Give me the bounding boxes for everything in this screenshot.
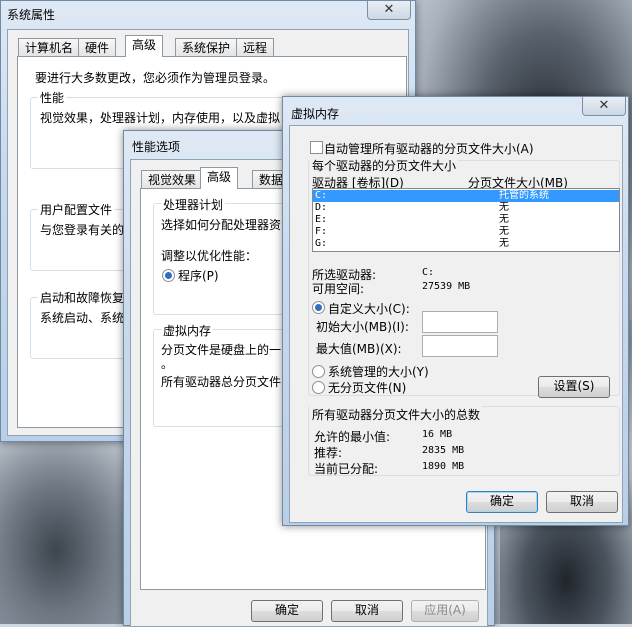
close-button[interactable]: ✕: [367, 1, 411, 20]
totals-label: 所有驱动器分页文件大小的总数: [310, 406, 483, 423]
current-label: 当前已分配:: [314, 462, 379, 476]
tab-remote[interactable]: 远程: [236, 38, 275, 57]
virtual-memory-desc-cont: 。: [161, 357, 174, 371]
user-profile-desc: 与您登录有关的: [40, 223, 125, 237]
paging-size: 托管的系统: [499, 190, 549, 201]
virtual-memory-total: 所有驱动器总分页文件: [161, 375, 282, 389]
ok-button[interactable]: 确定: [466, 491, 538, 513]
startup-recovery-label: 启动和故障恢复: [38, 289, 127, 306]
tab-label: 视觉效果: [148, 173, 197, 187]
list-item[interactable]: E: 无: [313, 214, 619, 226]
window-title: 系统属性: [7, 8, 56, 22]
tab-label: 高级: [207, 170, 232, 184]
system-managed-radio[interactable]: [312, 365, 325, 378]
per-drive-label: 每个驱动器的分页文件大小: [310, 157, 459, 174]
drive-letter: F:: [315, 226, 328, 237]
tab-label: 高级: [132, 38, 157, 52]
virtual-memory-window: 虚拟内存 ✕ 自动管理所有驱动器的分页文件大小(A) 每个驱动器的分页文件大小 …: [282, 96, 629, 526]
virtual-memory-desc: 分页文件是硬盘上的一: [161, 343, 282, 357]
auto-manage-checkbox[interactable]: [310, 141, 323, 154]
virtual-memory-label: 虚拟内存: [161, 322, 214, 339]
custom-size-label: 自定义大小(C):: [328, 302, 410, 316]
max-size-label: 最大值(MB)(X):: [316, 342, 402, 356]
list-item[interactable]: F: 无: [313, 226, 619, 238]
admin-note: 要进行大多数更改，您必须作为管理员登录。: [35, 71, 276, 85]
no-paging-radio[interactable]: [312, 381, 325, 394]
tab-system-protection[interactable]: 系统保护: [175, 38, 238, 57]
tab-label: 硬件: [85, 41, 110, 55]
current-value: 1890 MB: [422, 461, 465, 472]
performance-label: 性能: [38, 89, 67, 106]
startup-recovery-desc: 系统启动、系统: [40, 311, 125, 325]
custom-size-radio[interactable]: [312, 301, 325, 314]
window-title: 虚拟内存: [291, 107, 340, 121]
optimize-label: 调整以优化性能：: [161, 249, 258, 263]
cancel-button[interactable]: 取消: [546, 491, 618, 513]
list-item[interactable]: C: 托管的系统: [313, 190, 619, 202]
tab-visual-effects[interactable]: 视觉效果: [141, 170, 204, 189]
close-icon: ✕: [383, 2, 395, 17]
tab-label: 系统保护: [182, 41, 231, 55]
max-size-input[interactable]: [422, 335, 498, 357]
drive-letter: E:: [315, 214, 328, 225]
system-managed-label: 系统管理的大小(Y): [328, 365, 429, 379]
drive-list[interactable]: C: 托管的系统 D: 无 E: 无 F: 无 G: 无: [312, 188, 620, 252]
apply-button[interactable]: 应用(A): [411, 600, 479, 622]
initial-size-input[interactable]: [422, 311, 498, 333]
close-icon: ✕: [598, 98, 610, 113]
drive-letter: D:: [315, 202, 328, 213]
paging-size: 无: [499, 202, 509, 213]
paging-size: 无: [499, 226, 509, 237]
background-tree: [0, 440, 140, 624]
no-paging-label: 无分页文件(N): [328, 381, 407, 395]
window-title: 性能选项: [132, 140, 181, 154]
tab-advanced[interactable]: 高级: [125, 35, 164, 57]
cancel-button[interactable]: 取消: [331, 600, 403, 622]
performance-desc: 视觉效果，处理器计划，内存使用，以及虚拟: [40, 111, 281, 125]
programs-radio[interactable]: [162, 269, 175, 282]
drive-letter: G:: [315, 238, 328, 249]
free-space-label: 可用空间:: [312, 282, 365, 296]
list-item[interactable]: D: 无: [313, 202, 619, 214]
cpu-scheduling-desc: 选择如何分配处理器资: [161, 218, 282, 232]
list-item[interactable]: G: 无: [313, 238, 619, 250]
programs-label: 程序(P): [178, 269, 219, 283]
tab-label: 数据: [259, 173, 284, 187]
user-profile-label: 用户配置文件: [38, 201, 115, 218]
initial-size-label: 初始大小(MB)(I):: [316, 320, 409, 334]
drive-letter: C:: [315, 190, 328, 201]
tab-label: 远程: [243, 41, 268, 55]
set-button[interactable]: 设置(S): [538, 376, 610, 398]
selected-drive-value: C:: [422, 267, 435, 278]
paging-size: 无: [499, 238, 509, 249]
min-value: 16 MB: [422, 429, 453, 440]
recommended-value: 2835 MB: [422, 445, 465, 456]
window-client: 自动管理所有驱动器的分页文件大小(A) 每个驱动器的分页文件大小 驱动器 [卷标…: [289, 125, 623, 523]
tab-computer-name[interactable]: 计算机名: [18, 38, 81, 57]
ok-button[interactable]: 确定: [251, 600, 323, 622]
min-label: 允许的最小值:: [314, 430, 391, 444]
tab-hardware[interactable]: 硬件: [78, 38, 117, 57]
free-space-value: 27539 MB: [422, 281, 471, 292]
close-button[interactable]: ✕: [582, 97, 626, 116]
paging-size: 无: [499, 214, 509, 225]
auto-manage-label: 自动管理所有驱动器的分页文件大小(A): [324, 142, 534, 156]
tab-advanced[interactable]: 高级: [200, 167, 239, 189]
cpu-scheduling-label: 处理器计划: [161, 196, 226, 213]
recommended-label: 推荐:: [314, 446, 343, 460]
tab-label: 计算机名: [25, 41, 74, 55]
